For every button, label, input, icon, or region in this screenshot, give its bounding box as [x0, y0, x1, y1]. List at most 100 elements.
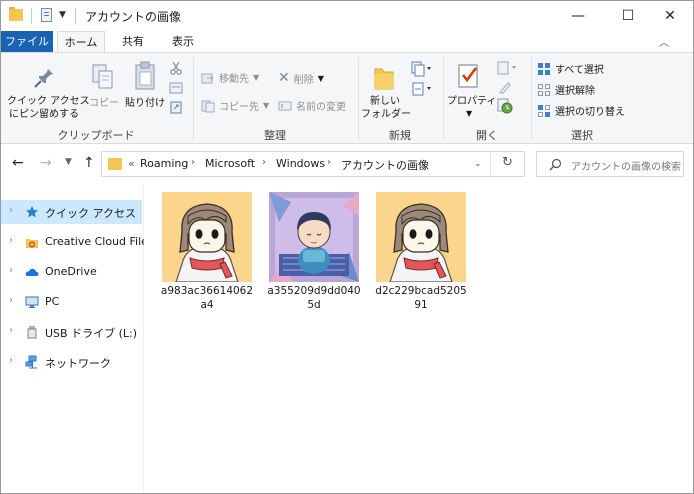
rename-icon: [278, 101, 292, 110]
breadcrumb-current[interactable]: アカウントの画像: [341, 157, 429, 173]
breadcrumb-chevron-icon[interactable]: ›: [191, 157, 195, 168]
explorer-window: ▼ アカウントの画像 — ☐ ✕ ファイル ホーム 共有 表示 ︿ ? クイック…: [0, 0, 694, 494]
new-folder-icon: [374, 68, 394, 90]
boy-illustration-thumbnail: [269, 192, 359, 282]
select-all-icon: [538, 62, 550, 75]
copy-to-icon: [201, 100, 215, 112]
search-box[interactable]: アカウントの画像の検索: [536, 151, 684, 177]
new-group-label: 新規: [389, 129, 411, 142]
address-bar[interactable]: « Roaming › Microsoft › Windows › アカウントの…: [101, 151, 525, 177]
file-list: a983ac36614062a4 a355209d9dd0405d d2c229…: [144, 184, 693, 493]
expand-chevron-icon[interactable]: ›: [9, 235, 13, 246]
tab-view[interactable]: 表示: [161, 31, 205, 52]
sidebar-item-onedrive[interactable]: › OneDrive: [1, 260, 142, 284]
paste-shortcut-icon[interactable]: [170, 100, 182, 114]
collapse-ribbon-icon[interactable]: ︿: [659, 34, 669, 49]
expand-chevron-icon[interactable]: ›: [9, 355, 13, 366]
open-icon[interactable]: [497, 61, 519, 75]
new-item-icon[interactable]: [411, 61, 433, 77]
edit-icon[interactable]: [498, 80, 512, 94]
select-all-button[interactable]: すべて選択: [537, 61, 604, 76]
file-name[interactable]: a355209d9dd0405d: [266, 284, 362, 312]
new-folder-label-line2: フォルダー: [361, 109, 411, 120]
paste-button[interactable]: 貼り付け: [123, 97, 167, 110]
close-button[interactable]: ✕: [647, 1, 693, 31]
usb-drive-icon: [27, 326, 37, 339]
invert-selection-button[interactable]: 選択の切り替え: [537, 103, 625, 118]
new-folder-label-line1: 新しい: [370, 96, 400, 107]
expand-chevron-icon[interactable]: ›: [9, 295, 13, 306]
creative-cloud-icon: [26, 239, 38, 248]
forward-arrow-icon[interactable]: →: [40, 155, 52, 171]
invert-selection-icon: [538, 104, 550, 117]
copy-button[interactable]: コピー: [89, 97, 119, 110]
recent-locations-chevron-icon[interactable]: ▼: [65, 157, 72, 167]
network-icon: [25, 355, 37, 369]
window-title: アカウントの画像: [85, 10, 182, 24]
copy-to-button[interactable]: コピー先 ▼: [201, 98, 269, 113]
tab-file[interactable]: ファイル: [1, 31, 53, 52]
sidebar-item-label: クイック アクセス: [45, 207, 136, 220]
breadcrumb-chevron-icon[interactable]: ›: [327, 157, 331, 168]
folder-icon[interactable]: [9, 7, 23, 21]
star-icon: [26, 206, 38, 218]
chevron-down-icon: ▼: [253, 73, 260, 82]
sidebar-item-quick-access[interactable]: › クイック アクセス: [1, 200, 142, 224]
up-arrow-icon[interactable]: ↑: [83, 155, 95, 171]
rename-button[interactable]: 名前の変更: [278, 98, 346, 113]
history-icon[interactable]: [497, 98, 513, 114]
open-group-label: 開く: [476, 129, 498, 142]
minimize-button[interactable]: —: [555, 1, 601, 31]
file-name[interactable]: d2c229bcad520591: [373, 284, 469, 312]
new-folder-button[interactable]: 新しい フォルダー: [361, 95, 411, 121]
pin-quick-access-button[interactable]: クイック アクセス にピン留めする: [7, 95, 90, 121]
sidebar-item-network[interactable]: › ネットワーク: [1, 350, 142, 374]
select-none-button[interactable]: 選択解除: [537, 82, 595, 97]
select-group-label: 選択: [571, 129, 593, 142]
folder-icon: [108, 158, 122, 170]
breadcrumb-windows[interactable]: Windows: [276, 157, 325, 170]
search-input[interactable]: アカウントの画像の検索: [571, 158, 681, 173]
monitor-icon: [25, 296, 39, 308]
copy-path-icon[interactable]: [169, 82, 183, 94]
chevron-down-icon[interactable]: ▼: [466, 109, 472, 118]
clipboard-group-label: クリップボード: [57, 129, 135, 142]
ribbon: クイック アクセス にピン留めする コピー 貼り付け クリップボード 移動先 ▼…: [1, 52, 693, 144]
breadcrumb-roaming[interactable]: Roaming: [140, 157, 188, 170]
easy-access-icon[interactable]: [411, 81, 433, 97]
pin-label-line2: にピン留めする: [9, 109, 79, 120]
chevron-down-icon[interactable]: ▼: [59, 10, 66, 20]
ribbon-tabs: ファイル ホーム 共有 表示 ︿ ?: [1, 31, 693, 77]
move-to-button[interactable]: 移動先 ▼: [201, 70, 259, 85]
back-arrow-icon[interactable]: ←: [12, 155, 24, 171]
expand-chevron-icon[interactable]: ›: [9, 205, 13, 216]
onedrive-cloud-icon: [25, 268, 39, 276]
tab-share[interactable]: 共有: [113, 31, 153, 52]
sidebar-item-label: PC: [45, 295, 60, 308]
tab-home[interactable]: ホーム: [57, 31, 105, 53]
breadcrumb-chevron-icon[interactable]: ›: [262, 157, 266, 168]
properties-button[interactable]: プロパティ: [447, 95, 496, 108]
copy-to-label: コピー先: [219, 102, 259, 113]
delete-x-icon: ✕: [278, 70, 290, 86]
sidebar-item-creative-cloud[interactable]: › Creative Cloud Files: [1, 230, 154, 254]
sidebar-item-label: Creative Cloud Files: [45, 235, 154, 248]
refresh-icon[interactable]: ↻: [502, 155, 513, 170]
expand-chevron-icon[interactable]: ›: [9, 265, 13, 276]
sidebar-item-pc[interactable]: › PC: [1, 290, 142, 314]
file-name[interactable]: a983ac36614062a4: [159, 284, 255, 312]
chevron-down-icon: ▼: [263, 101, 270, 110]
delete-button[interactable]: ✕ 削除 ▼: [278, 70, 324, 86]
cut-icon[interactable]: [169, 61, 183, 75]
breadcrumb-microsoft[interactable]: Microsoft: [205, 157, 255, 170]
organize-group-label: 整理: [264, 129, 286, 142]
address-dropdown-icon[interactable]: ⌄: [474, 159, 482, 169]
properties-quick-icon[interactable]: [41, 8, 52, 22]
select-none-label: 選択解除: [555, 86, 595, 97]
breadcrumb-overflow[interactable]: «: [128, 157, 135, 170]
toolbar-divider: [31, 8, 32, 24]
girl-avatar-thumbnail: [376, 192, 466, 282]
expand-chevron-icon[interactable]: ›: [9, 325, 13, 336]
sidebar-item-usb-drive[interactable]: › USB ドライブ (L:): [1, 320, 142, 344]
maximize-button[interactable]: ☐: [605, 1, 651, 31]
